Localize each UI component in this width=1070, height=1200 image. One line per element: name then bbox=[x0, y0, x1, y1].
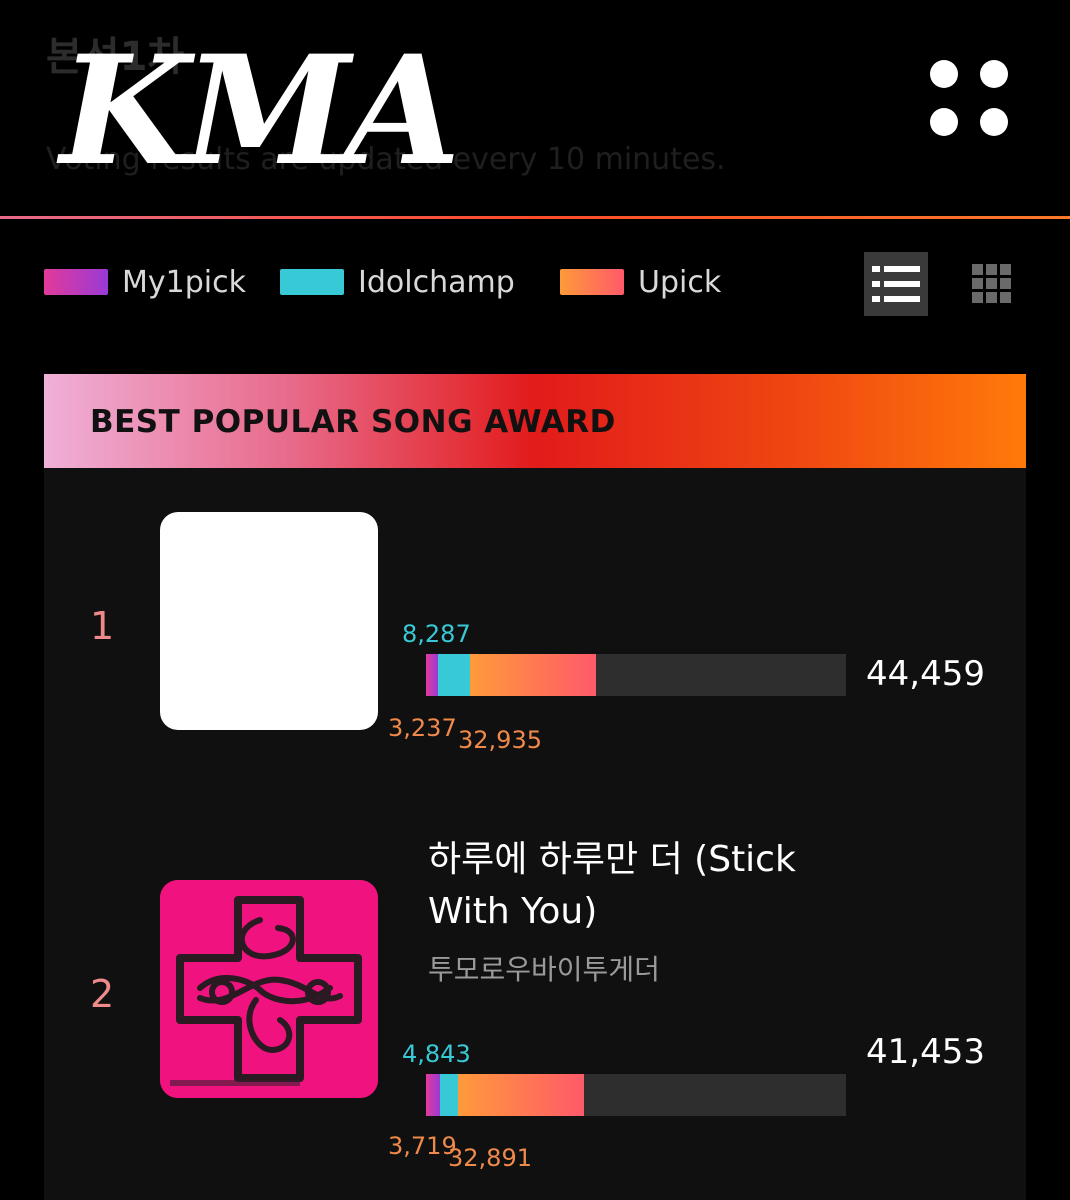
upick-segment bbox=[458, 1074, 584, 1116]
my1pick-segment bbox=[426, 1074, 440, 1116]
pink-cross-album-art bbox=[160, 880, 378, 1098]
my1pick-segment bbox=[426, 654, 438, 696]
total-votes: 44,459 bbox=[866, 654, 985, 694]
grid-view-glyph bbox=[972, 264, 1011, 303]
list-view-icon[interactable] bbox=[864, 252, 928, 316]
legend-label: Idolchamp bbox=[358, 264, 515, 300]
rank-number: 1 bbox=[90, 604, 115, 648]
legend-item-idolchamp: Idolchamp bbox=[280, 262, 515, 302]
header-divider bbox=[0, 216, 1070, 219]
idolchamp-votes: 4,843 bbox=[402, 1040, 471, 1068]
legend-item-upick: Upick bbox=[560, 262, 721, 302]
award-list: 1 8,287 3,237 32,935 44,459 2 하루에 하루만 더 … bbox=[44, 468, 1026, 1200]
my1pick-votes: 3,237 bbox=[388, 714, 457, 742]
list-view-glyph bbox=[872, 266, 920, 302]
song-title: 하루에 하루만 더 (Stick With You) bbox=[428, 839, 796, 932]
idolchamp-votes: 8,287 bbox=[402, 620, 471, 648]
award-header: BEST POPULAR SONG AWARD bbox=[44, 374, 1026, 468]
legend-swatch bbox=[560, 269, 624, 295]
vote-bar bbox=[426, 654, 846, 696]
upick-votes: 32,935 bbox=[458, 726, 542, 754]
artist-name: 투모로우바이투게더 bbox=[428, 953, 660, 986]
legend-item-my1pick: My1pick bbox=[44, 262, 246, 302]
kma-logo[interactable]: KMA bbox=[60, 36, 461, 186]
list-item[interactable]: 2 하루에 하루만 더 (Stick With You) 투모로우바이투게더 4… bbox=[44, 839, 1026, 1200]
legend-swatch bbox=[44, 269, 108, 295]
rank-number: 2 bbox=[90, 972, 115, 1016]
grid-view-icon[interactable] bbox=[960, 252, 1024, 316]
legend-swatch bbox=[280, 269, 344, 295]
list-item[interactable]: 1 8,287 3,237 32,935 44,459 bbox=[44, 468, 1026, 848]
menu-dot bbox=[980, 108, 1008, 136]
idolchamp-segment bbox=[438, 654, 470, 696]
upick-segment bbox=[470, 654, 596, 696]
my1pick-votes: 3,719 bbox=[388, 1132, 457, 1160]
upick-votes: 32,891 bbox=[448, 1144, 532, 1172]
four-dots-menu-icon[interactable] bbox=[924, 56, 1014, 140]
vote-bar bbox=[426, 1074, 846, 1116]
award-title: BEST POPULAR SONG AWARD bbox=[90, 404, 616, 440]
menu-dot bbox=[930, 60, 958, 88]
album-cover[interactable] bbox=[160, 512, 378, 730]
idolchamp-segment bbox=[440, 1074, 458, 1116]
legend-label: Upick bbox=[638, 264, 722, 300]
total-votes: 41,453 bbox=[866, 1032, 985, 1072]
menu-dot bbox=[930, 108, 958, 136]
kma-voting-page: 본선1차 Voting results are updated every 10… bbox=[0, 0, 1070, 1200]
menu-dot bbox=[980, 60, 1008, 88]
legend-label: My1pick bbox=[122, 264, 246, 300]
album-cover[interactable] bbox=[160, 880, 378, 1098]
